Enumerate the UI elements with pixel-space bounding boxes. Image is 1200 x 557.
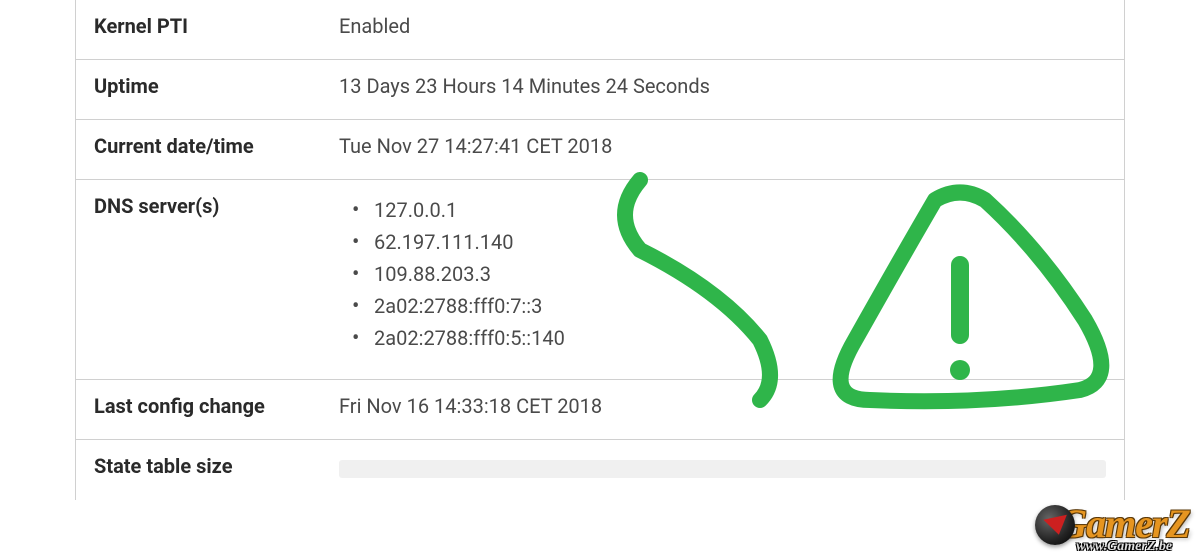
row-current-datetime: Current date/time Tue Nov 27 14:27:41 CE…: [75, 120, 1125, 180]
watermark-url: www.GamerZ.be: [1058, 539, 1190, 555]
value-uptime: 13 Days 23 Hours 14 Minutes 24 Seconds: [321, 60, 1124, 119]
dns-item: 109.88.203.3: [374, 258, 565, 290]
label-state-table-size: State table size: [76, 440, 321, 500]
row-last-config-change: Last config change Fri Nov 16 14:33:18 C…: [75, 380, 1125, 440]
dns-item: 2a02:2788:fff0:7::3: [374, 290, 565, 322]
watermark-logo-icon: [1035, 505, 1075, 545]
value-current-datetime: Tue Nov 27 14:27:41 CET 2018: [321, 120, 1124, 179]
dns-list: 127.0.0.1 62.197.111.140 109.88.203.3 2a…: [339, 194, 565, 354]
row-kernel-pti: Kernel PTI Enabled: [75, 0, 1125, 60]
system-info-table: Kernel PTI Enabled Uptime 13 Days 23 Hou…: [0, 0, 1200, 500]
value-state-table-size: [321, 440, 1124, 500]
label-current-datetime: Current date/time: [76, 120, 321, 179]
label-last-config-change: Last config change: [76, 380, 321, 439]
dns-item: 2a02:2788:fff0:5::140: [374, 322, 565, 354]
row-uptime: Uptime 13 Days 23 Hours 14 Minutes 24 Se…: [75, 60, 1125, 120]
dns-item: 127.0.0.1: [374, 194, 565, 226]
value-dns-servers: 127.0.0.1 62.197.111.140 109.88.203.3 2a…: [321, 180, 1124, 379]
label-dns-servers: DNS server(s): [76, 180, 321, 379]
label-kernel-pti: Kernel PTI: [76, 0, 321, 59]
value-kernel-pti: Enabled: [321, 0, 1124, 59]
label-uptime: Uptime: [76, 60, 321, 119]
dns-item: 62.197.111.140: [374, 226, 565, 258]
state-table-progress: [339, 460, 1106, 478]
watermark: GamerZ www.GamerZ.be: [1058, 500, 1190, 555]
row-state-table-size: State table size: [75, 440, 1125, 500]
value-last-config-change: Fri Nov 16 14:33:18 CET 2018: [321, 380, 1124, 439]
row-dns-servers: DNS server(s) 127.0.0.1 62.197.111.140 1…: [75, 180, 1125, 380]
